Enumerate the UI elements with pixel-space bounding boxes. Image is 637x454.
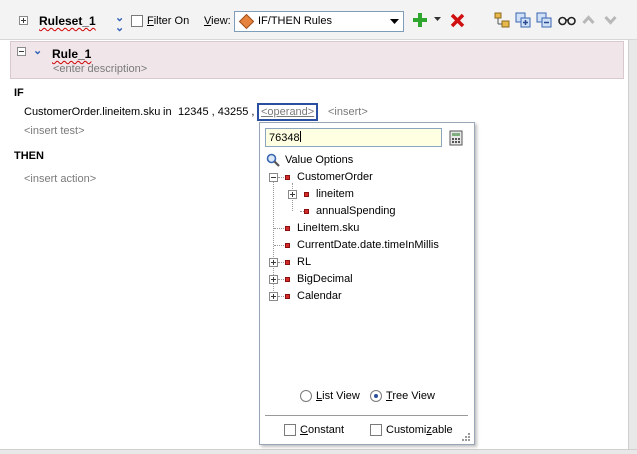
calculator-icon[interactable] [449, 130, 465, 146]
filter-on-label: Filter On [147, 15, 190, 27]
rule-name[interactable]: Rule_1 [52, 47, 91, 61]
chevron-down-icon[interactable]: ⌄ [33, 46, 42, 57]
fact-node-icon [285, 260, 290, 265]
insert-action-link[interactable]: <insert action> [24, 173, 96, 185]
expand-icon[interactable] [288, 190, 297, 199]
window-frame-bottom [0, 449, 637, 454]
fact-node-icon [285, 294, 290, 299]
move-up-icon[interactable] [582, 15, 600, 33]
constant-checkbox[interactable] [284, 424, 296, 436]
tree-item-label: LineItem.sku [297, 222, 360, 234]
window-frame-right [628, 40, 637, 454]
fact-node-icon [285, 243, 290, 248]
fact-node-icon [285, 277, 290, 282]
list-view-label: List View [316, 390, 360, 402]
collapse-icon[interactable] [269, 173, 278, 182]
view-label: View: [204, 15, 231, 27]
ruleset-toolbar: Ruleset_1 ⌄ ⌄ Filter On View: IF/THEN Rul… [0, 0, 637, 40]
customizable-label: Customizable [386, 424, 453, 436]
tree-view-label: Tree View [386, 390, 435, 402]
tree-icon[interactable] [494, 12, 512, 30]
expand-icon[interactable] [269, 292, 278, 301]
delete-icon[interactable] [450, 13, 468, 31]
rule-diamond-icon [239, 14, 254, 29]
add-icon[interactable] [412, 12, 430, 30]
fact-node-icon [285, 175, 290, 180]
tree-view-radio[interactable] [370, 390, 382, 402]
constant-label: Constant [300, 424, 345, 436]
add-bucket-icon[interactable] [515, 12, 533, 30]
tree-item-label: RL [297, 256, 312, 268]
insert-link[interactable]: <insert> [328, 106, 368, 118]
tree-item-label: annualSpending [316, 205, 396, 217]
filter-on-checkbox[interactable] [131, 15, 143, 27]
tree-item-label: CustomerOrder [297, 171, 373, 183]
test-operator[interactable]: in [163, 106, 172, 118]
tree-item-label: CurrentDate.date.timeInMillis [297, 239, 439, 251]
move-down-icon[interactable] [604, 15, 622, 33]
tree-item-label: BigDecimal [297, 273, 353, 285]
operand-value-input[interactable]: 76348 [265, 128, 442, 147]
rule-description-placeholder[interactable]: <enter description> [53, 63, 147, 75]
divider [265, 415, 468, 416]
operand-link[interactable]: <operand> [257, 103, 319, 121]
list-view-radio[interactable] [300, 390, 312, 402]
fact-node-icon [304, 192, 309, 197]
ruleset-name[interactable]: Ruleset_1 [39, 14, 96, 28]
chevron-down-icon [390, 19, 399, 24]
chevron-double-down-icon[interactable]: ⌄ ⌄ [115, 13, 124, 34]
view-select-value: IF/THEN Rules [258, 15, 332, 27]
glasses-icon[interactable] [558, 14, 576, 32]
view-select[interactable]: IF/THEN Rules [234, 11, 404, 32]
test-values[interactable]: 12345 , 43255 , [178, 106, 254, 118]
test-left-operand[interactable]: CustomerOrder.lineitem.sku [24, 106, 160, 118]
expand-icon[interactable] [269, 275, 278, 284]
expand-ruleset-icon[interactable] [19, 16, 28, 25]
if-label: IF [14, 87, 24, 99]
operand-value-popup: 76348 Value Options CustomerOrder lineit… [259, 122, 475, 445]
then-label: THEN [14, 150, 44, 162]
collapse-rule-icon[interactable] [17, 47, 26, 56]
fact-node-icon [285, 226, 290, 231]
remove-bucket-icon[interactable] [536, 12, 554, 30]
rule-header: ⌄ Rule_1 <enter description> [10, 41, 624, 79]
tree-item-label: lineitem [316, 188, 354, 200]
customizable-checkbox[interactable] [370, 424, 382, 436]
value-options-label: Value Options [285, 154, 354, 166]
expand-icon[interactable] [269, 258, 278, 267]
resize-grip-icon[interactable] [460, 431, 471, 442]
fact-node-icon [304, 209, 309, 214]
insert-test-link[interactable]: <insert test> [24, 125, 85, 137]
search-icon [266, 153, 280, 167]
tree-item-label: Calendar [297, 290, 342, 302]
